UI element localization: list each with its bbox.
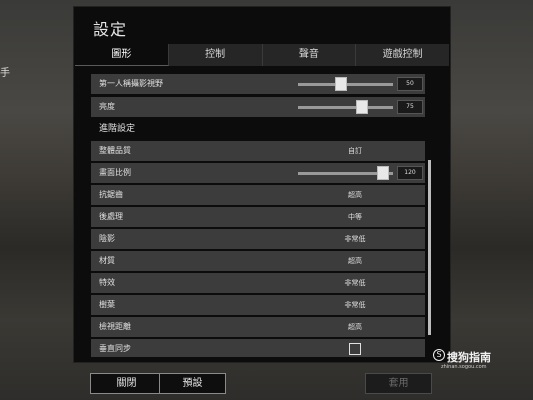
screen-scale-slider-thumb[interactable] — [376, 166, 389, 180]
setting-label: 特效 — [99, 278, 115, 287]
setting-row-shadows[interactable]: 陰影 非常低 — [91, 229, 425, 249]
setting-label: 檢視距離 — [99, 322, 131, 331]
setting-row-vsync: 垂直同步 — [91, 339, 425, 357]
setting-row-screen-scale: 畫面比例 120 — [91, 163, 425, 183]
watermark-url: zhinan.sogou.com — [441, 364, 487, 370]
setting-label: 抗鋸齒 — [99, 190, 123, 199]
setting-value: 中等 — [348, 213, 362, 221]
sogou-logo-icon: S — [433, 349, 445, 361]
setting-label: 亮度 — [99, 102, 115, 111]
vsync-checkbox[interactable] — [349, 343, 361, 355]
setting-label: 畫面比例 — [99, 168, 131, 177]
setting-value: 超高 — [348, 323, 362, 331]
setting-label: 後處理 — [99, 212, 123, 221]
brightness-slider-thumb[interactable] — [356, 100, 369, 114]
setting-value: 超高 — [348, 257, 362, 265]
tab-gameplay-controls[interactable]: 遊戲控制 — [356, 44, 449, 66]
default-button[interactable]: 預設 — [159, 373, 226, 394]
tab-sound[interactable]: 聲音 — [262, 44, 357, 66]
settings-window: 設定 圖形 控制 聲音 遊戲控制 第一人稱攝影視野 50 亮度 75 進階設定 … — [73, 6, 451, 363]
setting-label: 垂直同步 — [99, 344, 131, 353]
background-text-fragment: 手 — [0, 68, 10, 79]
close-button[interactable]: 關閉 — [90, 373, 163, 394]
fov-slider[interactable] — [298, 77, 393, 91]
tab-graphics[interactable]: 圖形 — [75, 44, 169, 66]
brightness-value-box[interactable]: 75 — [397, 100, 423, 114]
window-title: 設定 — [93, 20, 128, 39]
setting-label: 第一人稱攝影視野 — [99, 79, 163, 88]
brightness-slider[interactable] — [298, 100, 393, 114]
setting-row-effects[interactable]: 特效 非常低 — [91, 273, 425, 293]
apply-button[interactable]: 套用 — [365, 373, 432, 394]
setting-label: 樹葉 — [99, 300, 115, 309]
watermark-text: 搜狗指南 — [447, 351, 491, 364]
screen-scale-slider[interactable] — [298, 166, 393, 180]
settings-list: 第一人稱攝影視野 50 亮度 75 進階設定 整體品質 自訂 畫面比例 120 — [91, 70, 425, 357]
setting-value: 非常低 — [344, 235, 366, 243]
fov-value-box[interactable]: 50 — [397, 77, 423, 91]
setting-row-overall-quality[interactable]: 整體品質 自訂 — [91, 141, 425, 161]
setting-row-anti-aliasing[interactable]: 抗鋸齒 超高 — [91, 185, 425, 205]
screen-scale-value-box[interactable]: 120 — [397, 166, 423, 180]
setting-value: 自訂 — [348, 147, 362, 155]
settings-scrollbar[interactable] — [428, 160, 431, 335]
settings-tabs: 圖形 控制 聲音 遊戲控制 — [75, 44, 449, 66]
setting-value: 非常低 — [344, 301, 366, 309]
setting-row-foliage[interactable]: 樹葉 非常低 — [91, 295, 425, 315]
setting-row-view-distance[interactable]: 檢視距離 超高 — [91, 317, 425, 337]
setting-label: 整體品質 — [99, 146, 131, 155]
setting-value: 超高 — [348, 191, 362, 199]
fov-slider-thumb[interactable] — [335, 77, 348, 91]
setting-value: 非常低 — [344, 279, 366, 287]
setting-label: 材質 — [99, 256, 115, 265]
tab-controls[interactable]: 控制 — [168, 44, 263, 66]
setting-label: 陰影 — [99, 234, 115, 243]
setting-row-brightness: 亮度 75 — [91, 97, 425, 117]
setting-row-post-processing[interactable]: 後處理 中等 — [91, 207, 425, 227]
advanced-settings-header: 進階設定 — [99, 124, 136, 134]
setting-row-textures[interactable]: 材質 超高 — [91, 251, 425, 271]
setting-row-fov: 第一人稱攝影視野 50 — [91, 74, 425, 94]
